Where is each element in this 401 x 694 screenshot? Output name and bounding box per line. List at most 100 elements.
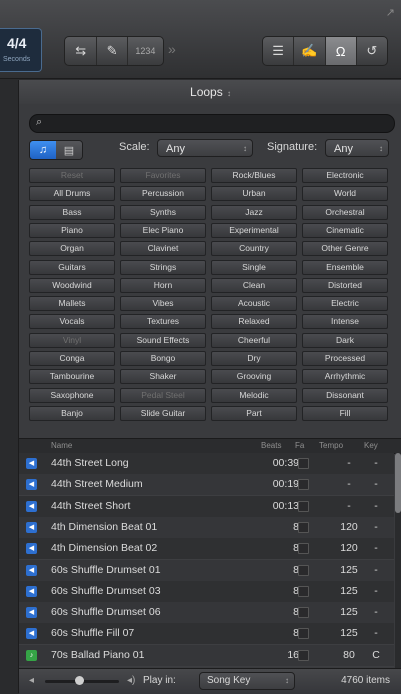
- list-editors-button[interactable]: ☰: [263, 37, 295, 65]
- keyword-button[interactable]: Arrhythmic: [302, 369, 388, 385]
- note-pad-button[interactable]: ✍: [294, 37, 326, 65]
- favorite-checkbox[interactable]: [298, 564, 309, 576]
- keyword-button[interactable]: Mallets: [29, 296, 115, 312]
- keyword-button[interactable]: Textures: [120, 314, 206, 330]
- keyword-button[interactable]: Pedal Steel: [120, 387, 206, 403]
- keyword-button[interactable]: Cheerful: [211, 332, 297, 348]
- keyword-button[interactable]: Electronic: [302, 168, 388, 183]
- keyword-button[interactable]: Part: [211, 405, 297, 421]
- keyword-button[interactable]: Cinematic: [302, 222, 388, 238]
- keyword-button[interactable]: Banjo: [29, 405, 115, 421]
- keyword-button[interactable]: Tambourine: [29, 369, 115, 385]
- keyword-button[interactable]: Experimental: [211, 222, 297, 238]
- loop-browser-button[interactable]: Ω: [325, 37, 357, 65]
- keyword-button[interactable]: Synths: [120, 204, 206, 220]
- loop-row[interactable]: ◀ 60s Shuffle Drumset 06 8 125-: [19, 602, 394, 625]
- keyword-button[interactable]: Clavinet: [120, 241, 206, 257]
- resize-grip-icon[interactable]: ↗: [386, 6, 395, 19]
- results-scrollbar[interactable]: [395, 453, 401, 668]
- keyword-button[interactable]: Electric: [302, 296, 388, 312]
- more-chevron-icon[interactable]: »: [168, 41, 176, 57]
- keyword-button[interactable]: Conga: [29, 351, 115, 366]
- scrollbar-thumb[interactable]: [395, 453, 401, 513]
- panel-title-bar[interactable]: Loops ↕: [19, 80, 401, 104]
- keyword-button[interactable]: Fill: [302, 405, 388, 421]
- loop-row[interactable]: ◀ 60s Shuffle Drumset 03 8 125-: [19, 580, 394, 603]
- loop-row[interactable]: ◀ 44th Street Medium 00:19 - -: [19, 474, 394, 497]
- keyword-button[interactable]: Elec Piano: [120, 222, 206, 238]
- keyword-button[interactable]: Vocals: [29, 314, 115, 330]
- keyword-button[interactable]: Urban: [211, 186, 297, 202]
- keyword-button[interactable]: Clean: [211, 277, 297, 293]
- keyword-button[interactable]: Melodic: [211, 387, 297, 403]
- keyword-button[interactable]: Dissonant: [302, 387, 388, 403]
- col-beats-header[interactable]: Beats: [261, 441, 281, 450]
- keyword-button[interactable]: Favorites: [120, 168, 206, 183]
- keyword-button[interactable]: Relaxed: [211, 314, 297, 330]
- loop-row[interactable]: ◀ 60s Shuffle Fill 07 8 125-: [19, 623, 394, 646]
- col-key-header[interactable]: Key: [364, 441, 378, 450]
- keyword-button[interactable]: Rock/Blues: [211, 168, 297, 183]
- button-view-toggle[interactable]: ♫: [30, 141, 56, 159]
- keyword-button[interactable]: Strings: [120, 259, 206, 275]
- keyword-button[interactable]: Vinyl: [29, 332, 115, 348]
- keyword-button[interactable]: World: [302, 186, 388, 202]
- count-in-button[interactable]: 1234: [128, 37, 163, 65]
- keyword-button[interactable]: Shaker: [120, 369, 206, 385]
- keyword-button[interactable]: Intense: [302, 314, 388, 330]
- time-signature-display[interactable]: 4/4 Seconds: [0, 28, 42, 72]
- keyword-button[interactable]: Dry: [211, 351, 297, 366]
- column-view-toggle[interactable]: ▤: [56, 141, 82, 159]
- keyword-button[interactable]: Ensemble: [302, 259, 388, 275]
- browsers-button[interactable]: ↺: [357, 37, 387, 65]
- col-fav-header[interactable]: Fa: [295, 441, 304, 450]
- favorite-checkbox[interactable]: [298, 649, 309, 661]
- col-tempo-header[interactable]: Tempo: [319, 441, 343, 450]
- keyword-button[interactable]: Saxophone: [29, 387, 115, 403]
- loop-row[interactable]: ♪ 70s Ballad Piano 01 16 80 C: [19, 644, 394, 667]
- col-name-header[interactable]: Name: [51, 441, 72, 450]
- keyword-button[interactable]: Vibes: [120, 296, 206, 312]
- volume-slider-knob[interactable]: [75, 676, 84, 685]
- tuner-button[interactable]: ✎: [97, 37, 128, 65]
- keyword-button[interactable]: Bongo: [120, 351, 206, 366]
- keyword-button[interactable]: Bass: [29, 204, 115, 220]
- keyword-button[interactable]: Processed: [302, 351, 388, 366]
- keyword-button[interactable]: Slide Guitar: [120, 405, 206, 421]
- loop-row[interactable]: ◀ 44th Street Long 00:39 - -: [19, 453, 394, 475]
- scale-select[interactable]: Any ↕: [157, 139, 253, 157]
- keyword-button[interactable]: Other Genre: [302, 241, 388, 257]
- favorite-checkbox[interactable]: [298, 628, 309, 640]
- keyword-button[interactable]: Country: [211, 241, 297, 257]
- keyword-button[interactable]: Guitars: [29, 259, 115, 275]
- keyword-button[interactable]: All Drums: [29, 186, 115, 202]
- keyword-button[interactable]: Reset: [29, 168, 115, 183]
- search-input[interactable]: ⌕: [29, 114, 395, 133]
- favorite-checkbox[interactable]: [298, 521, 309, 533]
- play-in-select[interactable]: Song Key ↕: [199, 672, 295, 690]
- keyword-button[interactable]: Single: [211, 259, 297, 275]
- loop-row[interactable]: ◀ 4th Dimension Beat 01 8 120-: [19, 516, 394, 539]
- favorite-checkbox[interactable]: [298, 543, 309, 555]
- keyword-button[interactable]: Sound Effects: [120, 332, 206, 348]
- keyword-button[interactable]: Percussion: [120, 186, 206, 202]
- keyword-button[interactable]: Piano: [29, 222, 115, 238]
- keyword-button[interactable]: Dark: [302, 332, 388, 348]
- favorite-checkbox[interactable]: [298, 585, 309, 597]
- keyword-button[interactable]: Orchestral: [302, 204, 388, 220]
- signature-select[interactable]: Any ↕: [325, 139, 389, 157]
- keyword-button[interactable]: Organ: [29, 241, 115, 257]
- loop-row[interactable]: ◀ 60s Shuffle Drumset 01 8 125-: [19, 559, 394, 582]
- loop-row[interactable]: ◀ 44th Street Short 00:13 - -: [19, 495, 394, 518]
- keyword-button[interactable]: Distorted: [302, 277, 388, 293]
- favorite-checkbox[interactable]: [298, 500, 309, 512]
- keyword-button[interactable]: Acoustic: [211, 296, 297, 312]
- favorite-checkbox[interactable]: [298, 479, 309, 491]
- keyword-button[interactable]: Grooving: [211, 369, 297, 385]
- favorite-checkbox[interactable]: [298, 458, 309, 469]
- keyword-button[interactable]: Jazz: [211, 204, 297, 220]
- keyword-button[interactable]: Horn: [120, 277, 206, 293]
- favorite-checkbox[interactable]: [298, 607, 309, 619]
- loop-row[interactable]: ◀ 4th Dimension Beat 02 8 120-: [19, 538, 394, 561]
- cycle-button[interactable]: ⇆: [65, 37, 98, 65]
